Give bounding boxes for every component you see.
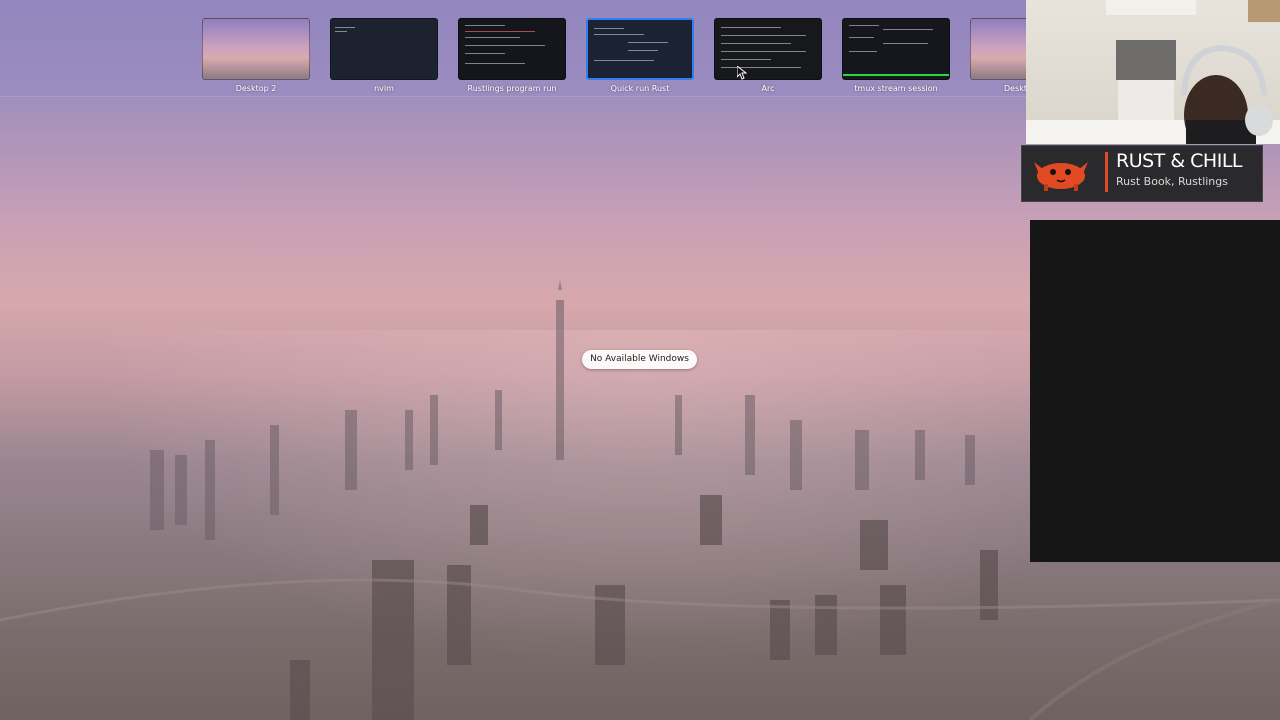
space-label: Arc bbox=[761, 84, 775, 93]
no-available-windows-label: No Available Windows bbox=[582, 350, 697, 369]
webcam-feed bbox=[1026, 0, 1280, 144]
space-label: tmux stream session bbox=[854, 84, 938, 93]
space-thumbnail[interactable] bbox=[586, 18, 694, 80]
space-arc[interactable]: Arc bbox=[714, 18, 822, 93]
webcam-scene-illustration bbox=[1026, 0, 1280, 144]
space-rustlings-program-run[interactable]: Rustlings program run bbox=[458, 18, 566, 93]
space-label: Rustlings program run bbox=[467, 84, 557, 93]
space-label: Quick run Rust bbox=[610, 84, 670, 93]
space-thumbnail[interactable] bbox=[714, 18, 822, 80]
space-quick-run-rust[interactable]: Quick run Rust bbox=[586, 18, 694, 93]
space-thumbnail[interactable] bbox=[970, 18, 1026, 80]
arrow-cursor-icon bbox=[737, 66, 747, 80]
tmux-status-bar bbox=[843, 74, 949, 76]
space-label: Deskt bbox=[1004, 84, 1026, 93]
space-label: nvim bbox=[374, 84, 394, 93]
space-desktop-partial[interactable]: Deskt bbox=[970, 18, 1026, 93]
spaces-bar: Desktop 2 nvim Rustlings program run Qui… bbox=[0, 0, 1026, 97]
title-divider bbox=[1105, 152, 1108, 192]
stream-title: RUST & CHILL bbox=[1116, 150, 1243, 172]
space-tmux-stream-session[interactable]: tmux stream session bbox=[842, 18, 950, 93]
space-nvim[interactable]: nvim bbox=[330, 18, 438, 93]
space-thumbnail[interactable] bbox=[202, 18, 310, 80]
ferris-crab-icon bbox=[1034, 162, 1088, 191]
stream-side-panel bbox=[1030, 220, 1280, 562]
space-thumbnail[interactable] bbox=[842, 18, 950, 80]
space-thumbnail[interactable] bbox=[330, 18, 438, 80]
space-thumbnail[interactable] bbox=[458, 18, 566, 80]
stream-subtitle: Rust Book, Rustlings bbox=[1116, 175, 1228, 188]
space-desktop-2[interactable]: Desktop 2 bbox=[202, 18, 310, 93]
space-label: Desktop 2 bbox=[235, 84, 277, 93]
